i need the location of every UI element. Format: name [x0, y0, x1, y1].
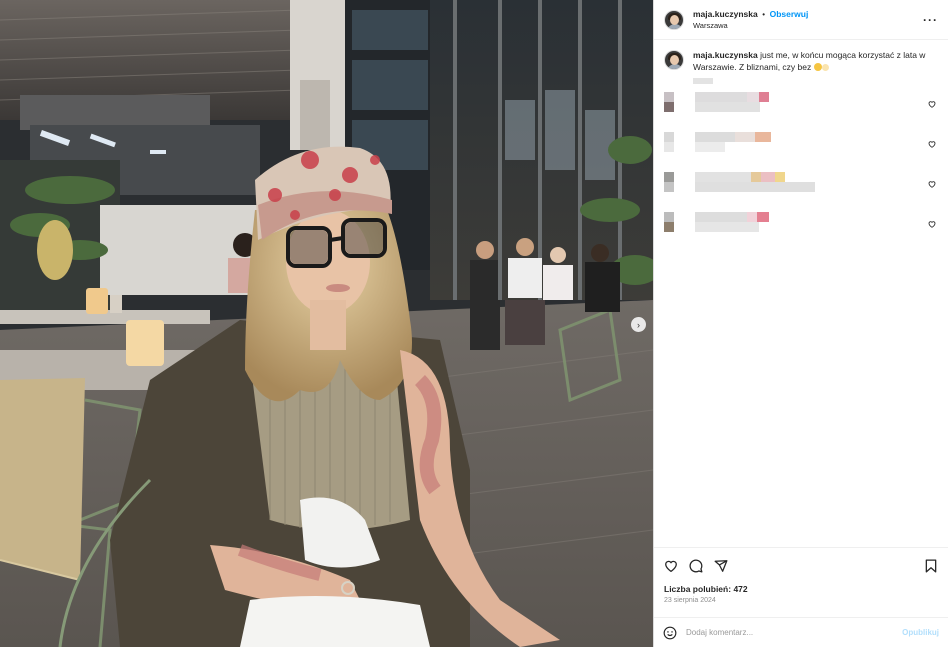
comment-like-heart-icon[interactable]	[928, 220, 936, 230]
separator-dot: •	[762, 9, 766, 19]
comment-row	[664, 172, 938, 212]
header-names: maja.kuczynska • Obserwuj Warszawa	[693, 9, 808, 31]
add-comment-bar: Opublikuj	[654, 617, 948, 647]
comment-avatar-blurred[interactable]	[664, 212, 684, 232]
publish-comment-button[interactable]: Opublikuj	[902, 628, 939, 637]
caption-username[interactable]: maja.kuczynska	[693, 50, 758, 60]
comment-text-blurred	[695, 172, 815, 192]
comment-text-blurred	[695, 212, 769, 232]
caption-text-block: maja.kuczynska just me, w końcu mogąca k…	[693, 50, 938, 73]
comment-like-heart-icon[interactable]	[928, 180, 936, 190]
comment-text-blurred	[695, 132, 771, 152]
comment-input[interactable]	[686, 628, 903, 637]
comment-row	[664, 212, 938, 252]
post-header: maja.kuczynska • Obserwuj Warszawa ···	[654, 0, 948, 40]
post-photo[interactable]: ›	[0, 0, 653, 647]
follow-button[interactable]: Obserwuj	[770, 9, 809, 19]
avatar[interactable]	[664, 9, 684, 30]
username-link[interactable]: maja.kuczynska	[693, 9, 758, 19]
comment-text-blurred	[695, 92, 769, 112]
next-photo-button[interactable]: ›	[631, 317, 646, 332]
face-emoji-icon	[813, 62, 822, 71]
comment-like-heart-icon[interactable]	[928, 140, 936, 150]
comment-icon[interactable]	[688, 558, 704, 574]
ellipsis-icon[interactable]: ···	[923, 13, 938, 27]
comment-row	[664, 92, 938, 132]
chevron-right-icon: ›	[637, 319, 640, 330]
comment-avatar-blurred[interactable]	[664, 132, 684, 152]
share-icon[interactable]	[713, 558, 729, 574]
comment-like-heart-icon[interactable]	[928, 100, 936, 110]
comment-avatar-blurred[interactable]	[664, 92, 684, 112]
caption-timestamp-blurred	[693, 78, 713, 84]
bookmark-icon[interactable]	[923, 558, 939, 574]
caption-avatar[interactable]	[664, 50, 684, 70]
sparkle-emoji-icon	[821, 63, 829, 71]
photo-illustration	[0, 0, 653, 647]
post-date: 23 sierpnia 2024	[664, 597, 716, 604]
comment-list	[664, 92, 938, 252]
comment-row	[664, 132, 938, 172]
comments-section: maja.kuczynska just me, w końcu mogąca k…	[654, 40, 948, 547]
likes-label: Liczba polubień:	[664, 584, 732, 594]
likes-count[interactable]: Liczba polubień: 472	[654, 583, 948, 595]
heart-icon[interactable]	[663, 558, 679, 574]
instagram-post-modal: › maja.kuczynska • Obserwuj Warszawa ···	[0, 0, 948, 647]
location-link[interactable]: Warszawa	[693, 20, 808, 31]
caption: maja.kuczynska just me, w końcu mogąca k…	[664, 50, 938, 73]
likes-number: 472	[733, 584, 748, 594]
post-side-panel: maja.kuczynska • Obserwuj Warszawa ··· m…	[653, 0, 948, 647]
action-bar	[654, 547, 948, 583]
smiley-icon[interactable]	[663, 626, 677, 640]
comment-avatar-blurred[interactable]	[664, 172, 684, 192]
